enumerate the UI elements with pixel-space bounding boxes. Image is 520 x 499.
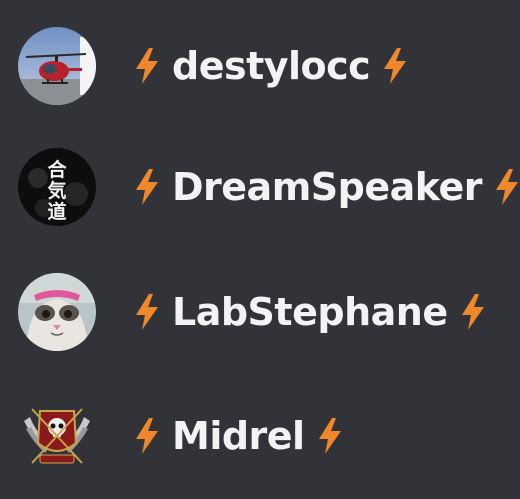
name-wrap: DreamSpeaker [134,168,520,206]
name-wrap: LabStephane [134,293,486,331]
member-name: destylocc [172,44,371,88]
lightning-bolt-icon [134,48,160,84]
member-list: destylocc 合 気 道 DreamSpeaker LabStephane… [0,0,520,499]
lightning-bolt-icon [134,169,160,205]
skull-crest-avatar-icon[interactable] [18,397,96,475]
member-row-destylocc[interactable]: destylocc [0,16,520,116]
member-name: LabStephane [172,290,448,334]
lightning-bolt-icon [382,48,408,84]
lightning-bolt-icon [460,294,486,330]
member-row-labstephane[interactable]: LabStephane [0,262,520,362]
avatar-kanji-2: 気 [47,179,66,202]
name-wrap: Midrel [134,417,343,455]
member-row-dreamspeaker[interactable]: 合 気 道 DreamSpeaker [0,137,520,237]
member-row-midrel[interactable]: Midrel [0,386,520,486]
lightning-bolt-icon [134,294,160,330]
cat-avatar-icon[interactable] [18,273,96,351]
member-name: DreamSpeaker [172,165,483,209]
lightning-bolt-icon [317,418,343,454]
avatar-kanji-3: 道 [47,200,66,223]
aikido-kanji-avatar-icon[interactable]: 合 気 道 [18,148,96,226]
lightning-bolt-icon [494,169,520,205]
member-name: Midrel [172,414,305,458]
name-wrap: destylocc [134,47,408,85]
avatar-kanji-1: 合 [47,158,67,181]
lightning-bolt-icon [134,418,160,454]
helicopter-avatar-icon[interactable] [18,27,96,105]
